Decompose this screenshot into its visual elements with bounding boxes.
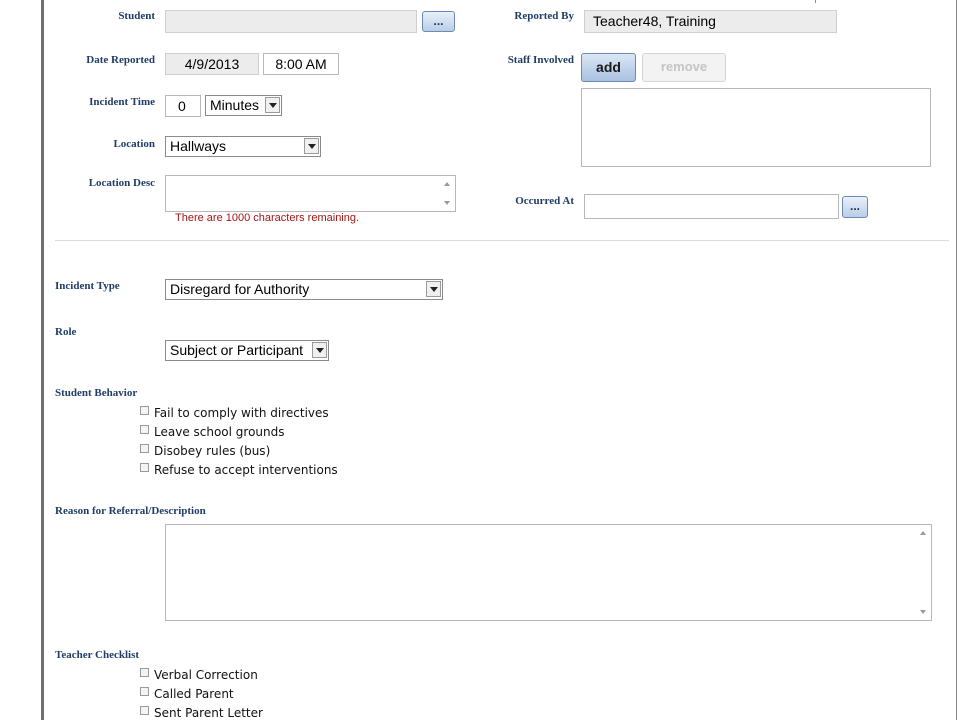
location-desc-label: Location Desc — [88, 177, 155, 189]
reported-by-field: Teacher48, Training — [584, 10, 837, 33]
student-field[interactable] — [165, 10, 417, 33]
behavior-checkbox[interactable] — [140, 425, 149, 434]
incident-time-input[interactable]: 0 — [165, 95, 201, 117]
incident-time-label: Incident Time — [89, 96, 155, 108]
checklist-checkbox[interactable] — [140, 706, 149, 715]
chevron-down-icon[interactable] — [426, 281, 441, 297]
incident-type-value: Disregard for Authority — [170, 281, 310, 297]
role-value: Subject or Participant — [170, 342, 304, 358]
location-value: Hallways — [170, 138, 227, 154]
occurred-at-label: Occurred At — [515, 195, 574, 207]
checklist-option-label: Called Parent — [154, 687, 234, 701]
occurred-at-field[interactable] — [584, 194, 839, 219]
reported-by-label: Reported By — [514, 10, 574, 22]
incident-time-unit-value: Minutes — [210, 97, 260, 113]
behavior-option-label: Refuse to accept interventions — [154, 463, 338, 477]
checklist-checkbox[interactable] — [140, 687, 149, 696]
behavior-checkbox[interactable] — [140, 444, 149, 453]
section-divider — [55, 240, 949, 241]
chevron-down-icon[interactable] — [265, 97, 280, 113]
top-edge-tick — [815, 0, 816, 3]
student-label: Student — [118, 10, 155, 22]
checklist-option-label: Sent Parent Letter — [154, 706, 263, 720]
student-lookup-button[interactable]: ... — [422, 11, 455, 32]
reason-scrollbar[interactable] — [915, 525, 931, 620]
left-border — [41, 0, 44, 720]
scroll-down-icon[interactable] — [920, 610, 926, 614]
checklist-option-label: Verbal Correction — [154, 668, 258, 682]
remove-staff-button[interactable]: remove — [642, 53, 726, 82]
scroll-up-icon[interactable] — [444, 182, 450, 186]
location-desc-textarea[interactable] — [165, 175, 456, 212]
scroll-down-icon[interactable] — [444, 201, 450, 205]
incident-type-label: Incident Type — [55, 280, 120, 292]
behavior-checkbox[interactable] — [140, 463, 149, 472]
role-label: Role — [55, 326, 77, 338]
date-reported-field[interactable]: 4/9/2013 — [165, 53, 259, 75]
reason-textarea[interactable] — [165, 524, 932, 621]
add-staff-button[interactable]: add — [581, 53, 636, 82]
behavior-checkbox[interactable] — [140, 406, 149, 415]
role-select[interactable]: Subject or Participant — [165, 340, 329, 361]
behavior-option-label: Leave school grounds — [154, 425, 285, 439]
right-border — [956, 0, 957, 720]
teacher-checklist-label: Teacher Checklist — [55, 649, 140, 661]
incident-time-unit-select[interactable]: Minutes — [205, 95, 282, 116]
student-behavior-label: Student Behavior — [55, 387, 138, 399]
location-select[interactable]: Hallways — [165, 136, 321, 157]
time-reported-field[interactable]: 8:00 AM — [263, 53, 339, 75]
checklist-checkbox[interactable] — [140, 668, 149, 677]
occurred-at-lookup-button[interactable]: ... — [842, 196, 868, 218]
reason-label: Reason for Referral/Description — [55, 505, 206, 517]
staff-involved-label: Staff Involved — [507, 54, 574, 66]
date-reported-label: Date Reported — [86, 54, 155, 66]
location-desc-scrollbar[interactable] — [439, 176, 455, 211]
location-label: Location — [113, 138, 155, 150]
staff-involved-list[interactable] — [581, 88, 931, 167]
scroll-up-icon[interactable] — [920, 531, 926, 535]
behavior-option-label: Fail to comply with directives — [154, 406, 329, 420]
behavior-option-label: Disobey rules (bus) — [154, 444, 271, 458]
chevron-down-icon[interactable] — [304, 138, 319, 154]
incident-type-select[interactable]: Disregard for Authority — [165, 279, 443, 300]
chevron-down-icon[interactable] — [312, 342, 327, 358]
characters-remaining-text: There are 1000 characters remaining. — [175, 212, 360, 224]
